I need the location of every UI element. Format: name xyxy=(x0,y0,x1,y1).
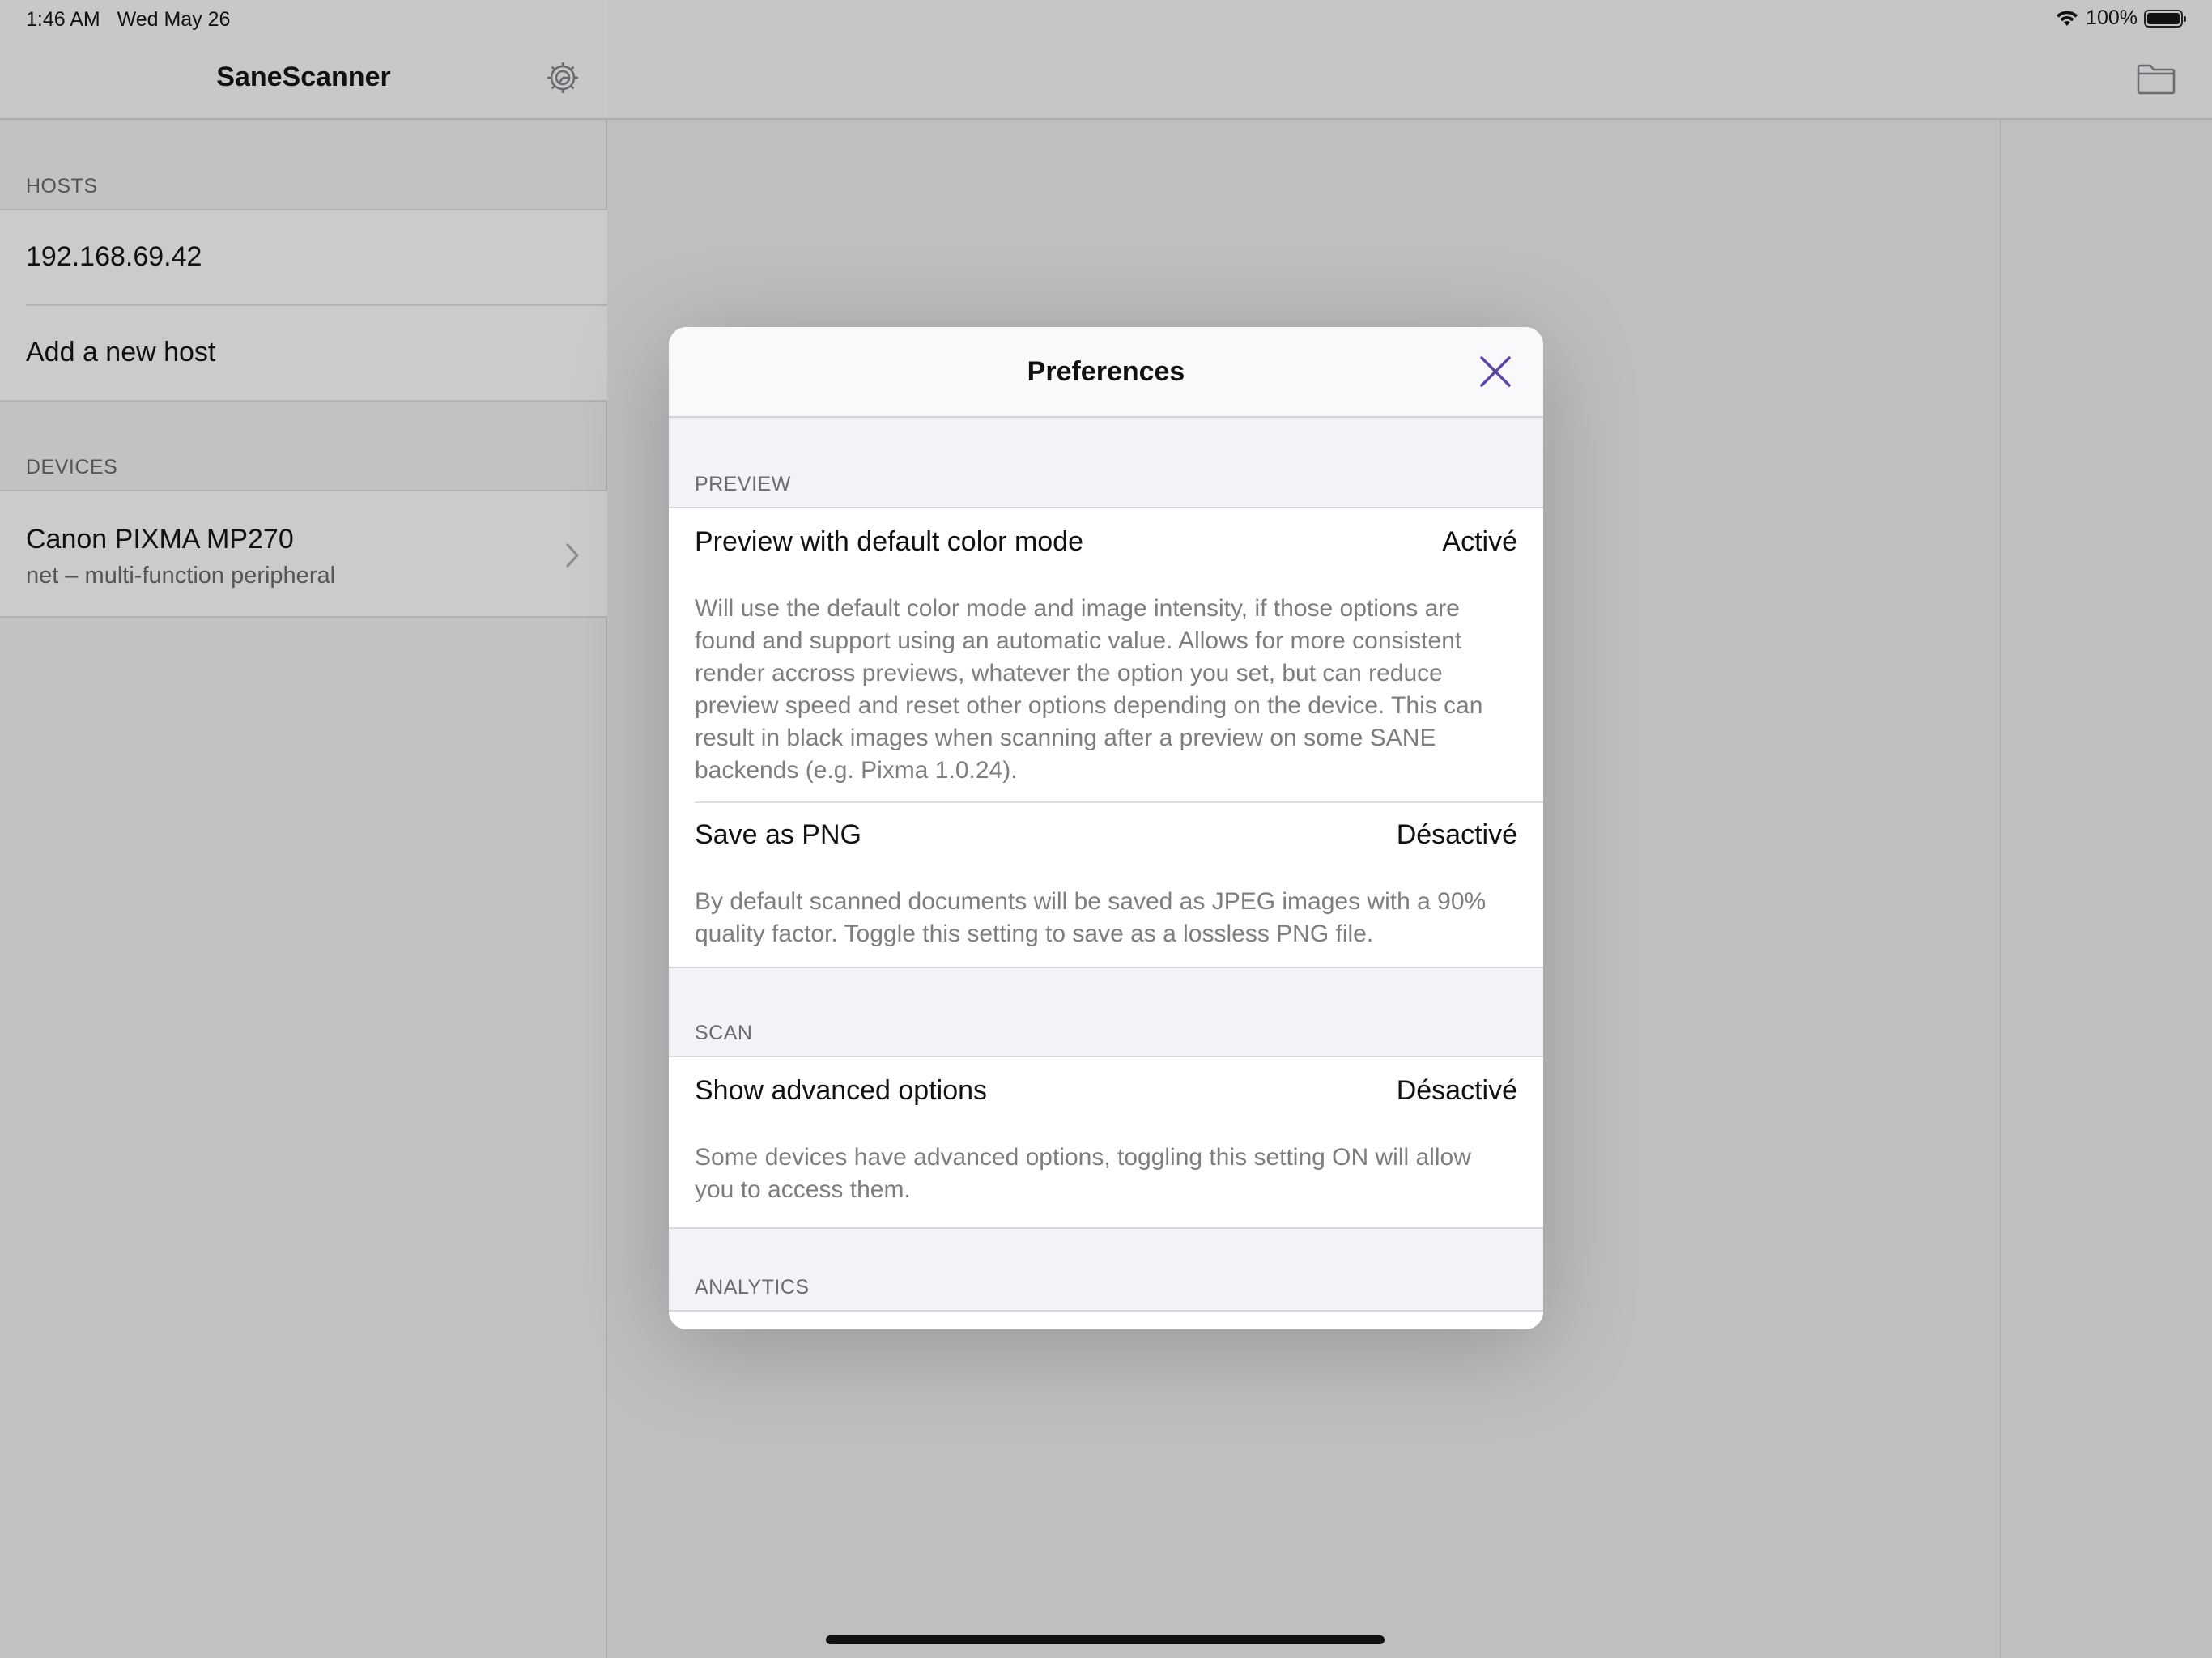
device-name: Canon PIXMA MP270 xyxy=(26,524,294,555)
wifi-icon xyxy=(2057,10,2078,26)
preview-settings-group: Preview with default color mode Activé W… xyxy=(669,507,1543,968)
scan-settings-group: Show advanced options Désactivé Some dev… xyxy=(669,1056,1543,1229)
chevron-right-icon xyxy=(566,543,579,568)
setting-description: By default scanned documents will be sav… xyxy=(695,888,1487,947)
folder-icon[interactable] xyxy=(2136,62,2176,96)
setting-label: Save as PNG xyxy=(695,819,861,850)
battery-icon xyxy=(2144,9,2186,28)
setting-description: Will use the default color mode and imag… xyxy=(695,595,1483,784)
hosts-list: 192.168.69.42 Add a new host xyxy=(0,209,607,402)
close-icon[interactable] xyxy=(1475,351,1516,392)
sidebar: SaneScanner HOSTS 192.168.69.42 Add a ne… xyxy=(0,0,607,1658)
hosts-section-header: HOSTS xyxy=(26,175,98,198)
scan-section-header: SCAN xyxy=(695,1022,753,1044)
setting-value: Désactivé xyxy=(1396,819,1517,850)
status-indicators: 100% xyxy=(2055,6,2186,30)
gear-icon[interactable] xyxy=(545,60,581,96)
setting-label: Preview with default color mode xyxy=(695,526,1084,557)
row-separator xyxy=(695,801,1543,803)
app-title: SaneScanner xyxy=(216,62,391,92)
setting-label: Show advanced options xyxy=(695,1075,988,1106)
time-text: 1:46 AM xyxy=(26,8,100,31)
host-item[interactable]: 192.168.69.42 xyxy=(26,241,202,273)
status-bar: 1:46 AM Wed May 26 100% xyxy=(0,0,2212,39)
analytics-section-header: ANALYTICS xyxy=(695,1276,810,1299)
modal-title: Preferences xyxy=(1027,356,1185,387)
devices-list: Canon PIXMA MP270 net – multi-function p… xyxy=(0,490,607,618)
status-time: 1:46 AM Wed May 26 xyxy=(26,8,230,32)
device-subtitle: net – multi-function peripheral xyxy=(26,563,336,589)
devices-section-header: DEVICES xyxy=(26,456,118,478)
setting-value: Activé xyxy=(1442,526,1517,557)
battery-percentage: 100% xyxy=(2086,6,2138,29)
home-indicator[interactable] xyxy=(826,1635,1385,1644)
date-text: Wed May 26 xyxy=(117,8,231,31)
preview-section-header: PREVIEW xyxy=(695,473,791,495)
cell-separator xyxy=(26,304,607,306)
modal-header: Preferences xyxy=(669,327,1543,418)
divider xyxy=(2000,120,2001,1658)
setting-description: Some devices have advanced options, togg… xyxy=(695,1144,1471,1203)
analytics-settings-group xyxy=(669,1310,1543,1329)
add-host-item[interactable]: Add a new host xyxy=(26,337,215,368)
setting-value: Désactivé xyxy=(1396,1075,1517,1106)
preferences-modal: Preferences PREVIEW Preview with default… xyxy=(669,327,1543,1329)
